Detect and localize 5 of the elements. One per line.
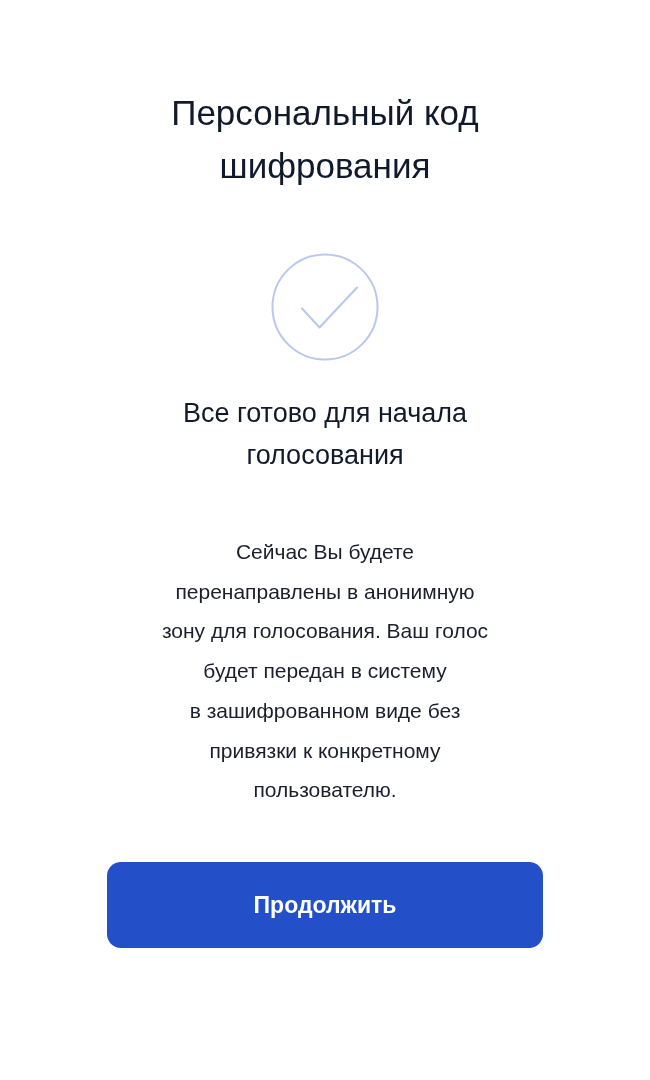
page-title: Персональный код шифрования xyxy=(170,92,480,187)
continue-button[interactable]: Продолжить xyxy=(107,861,543,948)
status-heading: Все готово для начала голосования xyxy=(181,397,469,472)
check-circle-icon xyxy=(271,253,379,361)
description-text: Сейчас Вы будете перенаправлены в анонимную зону для голосования. Ваш голос будет передан в систему в зашифрованном виде без привязки к конкретному пользователю. xyxy=(160,539,490,804)
